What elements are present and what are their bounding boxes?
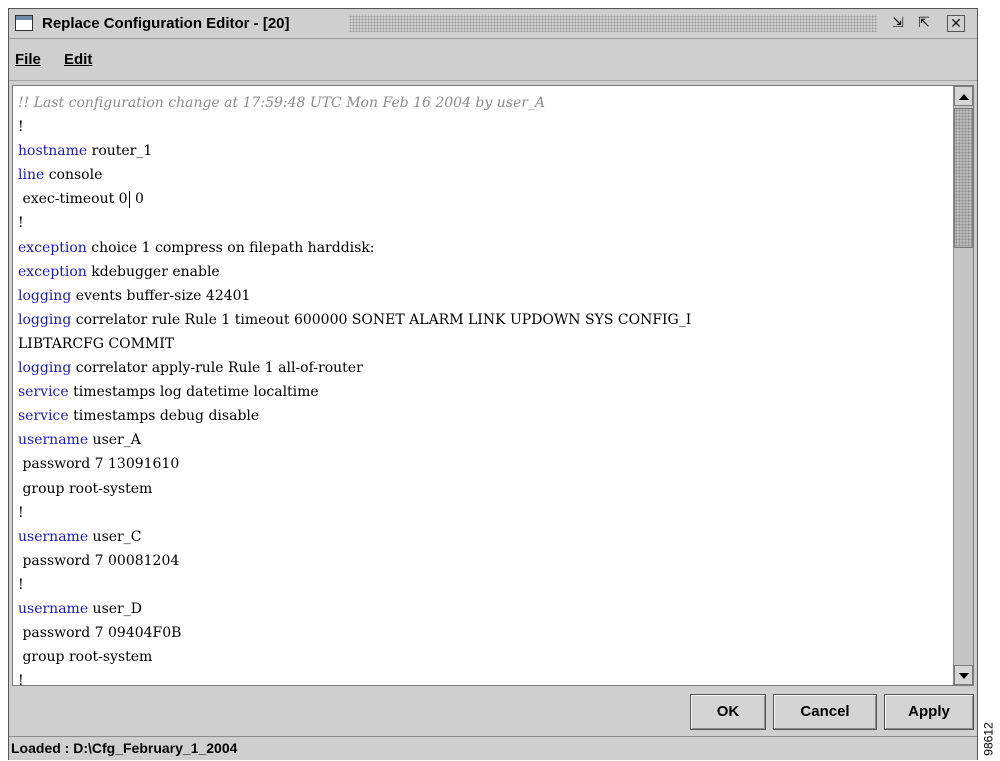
editor-window: Replace Configuration Editor - [20] ⇲ ⇱ … [8, 8, 978, 760]
config-value: LIBTARCFG COMMIT [18, 335, 175, 352]
config-line: logging events buffer-size 42401 [18, 284, 943, 308]
config-keyword: logging [18, 360, 72, 377]
config-line: service timestamps debug disable [18, 404, 943, 428]
config-text-area[interactable]: !! Last configuration change at 17:59:48… [12, 85, 974, 686]
config-line: ! [18, 669, 943, 686]
config-line: username user_D [18, 597, 943, 621]
config-value: choice 1 compress on filepath harddisk: [86, 239, 375, 256]
text-caret [128, 190, 130, 208]
config-value: password 7 00081204 [18, 552, 180, 569]
config-value: correlator apply-rule Rule 1 all-of-rout… [71, 360, 363, 377]
config-line: group root-system [18, 645, 943, 669]
config-value: 0 [130, 191, 144, 208]
close-icon[interactable]: ✕ [947, 15, 965, 32]
scroll-thumb[interactable] [954, 108, 973, 248]
config-line: line console [18, 163, 943, 187]
config-value: password 7 09404F0B [18, 625, 182, 642]
config-value: ! [18, 504, 24, 521]
maximize-icon[interactable]: ⇱ [915, 15, 933, 32]
status-text: Loaded : D:\Cfg_February_1_2004 [11, 740, 238, 756]
config-value: router_1 [87, 143, 153, 160]
config-value: password 7 13091610 [18, 456, 180, 473]
title-bar-grip[interactable] [349, 15, 877, 32]
config-line: logging correlator apply-rule Rule 1 all… [18, 356, 943, 380]
cancel-button[interactable]: Cancel [773, 694, 877, 730]
menu-bar: File Edit [9, 40, 977, 81]
config-line: exception choice 1 compress on filepath … [18, 236, 943, 260]
config-line: username user_A [18, 428, 943, 452]
menu-file-label: File [15, 51, 41, 68]
config-keyword: logging [18, 287, 72, 304]
config-value: group root-system [18, 649, 153, 666]
config-line: password 7 09404F0B [18, 621, 943, 645]
scroll-down-icon[interactable] [954, 665, 973, 685]
apply-button[interactable]: Apply [884, 694, 974, 730]
status-bar: Loaded : D:\Cfg_February_1_2004 [9, 736, 977, 760]
config-value: timestamps debug disable [68, 408, 260, 425]
config-value: group root-system [18, 480, 153, 497]
config-line: group root-system [18, 477, 943, 501]
window-title: Replace Configuration Editor - [20] [42, 15, 290, 32]
config-line: logging correlator rule Rule 1 timeout 6… [18, 308, 943, 332]
config-line: password 7 00081204 [18, 549, 943, 573]
vertical-scrollbar[interactable] [953, 86, 973, 685]
config-text[interactable]: !! Last configuration change at 17:59:48… [18, 91, 943, 686]
config-value: user_C [88, 528, 142, 545]
config-keyword: exception [18, 239, 87, 256]
menu-edit-label: Edit [64, 51, 93, 68]
menu-edit[interactable]: Edit [64, 51, 92, 68]
config-line: hostname router_1 [18, 139, 943, 163]
config-value: user_D [88, 600, 142, 617]
config-line: ! [18, 573, 943, 597]
config-line: LIBTARCFG COMMIT [18, 332, 943, 356]
config-keyword: service [18, 384, 69, 401]
config-value: events buffer-size 42401 [71, 287, 251, 304]
config-value: user_A [88, 432, 141, 449]
config-keyword: username [18, 600, 89, 617]
scroll-up-icon[interactable] [954, 86, 973, 106]
config-value: ! [18, 119, 24, 136]
config-line: service timestamps log datetime localtim… [18, 380, 943, 404]
restore-icon[interactable]: ⇲ [889, 15, 907, 32]
config-line: exec-timeout 0 0 [18, 187, 943, 211]
ok-button[interactable]: OK [690, 694, 766, 730]
config-line: ! [18, 115, 943, 139]
config-keyword: username [18, 432, 89, 449]
config-value: correlator rule Rule 1 timeout 600000 SO… [71, 311, 692, 328]
config-line: password 7 13091610 [18, 452, 943, 476]
config-line: exception kdebugger enable [18, 260, 943, 284]
title-bar[interactable]: Replace Configuration Editor - [20] ⇲ ⇱ … [9, 9, 977, 39]
config-keyword: hostname [18, 143, 88, 160]
config-value: console [44, 167, 103, 184]
config-comment: !! Last configuration change at 17:59:48… [18, 95, 546, 111]
config-line: ! [18, 211, 943, 235]
config-keyword: line [18, 167, 45, 184]
config-keyword: username [18, 528, 89, 545]
config-keyword: logging [18, 311, 72, 328]
config-value: ! [18, 215, 24, 232]
config-value: kdebugger enable [86, 263, 220, 280]
config-keyword: exception [18, 263, 87, 280]
config-keyword: service [18, 408, 69, 425]
config-value: exec-timeout 0 [18, 191, 128, 208]
config-value: ! [18, 673, 24, 686]
config-value: ! [18, 576, 24, 593]
figure-id-text: 98612 [981, 722, 996, 756]
config-line: !! Last configuration change at 17:59:48… [18, 91, 943, 115]
config-line: username user_C [18, 525, 943, 549]
window-icon [15, 15, 33, 31]
config-line: ! [18, 501, 943, 525]
menu-file[interactable]: File [15, 51, 41, 68]
config-value: timestamps log datetime localtime [68, 384, 319, 401]
figure-id: 98612 [982, 720, 998, 760]
